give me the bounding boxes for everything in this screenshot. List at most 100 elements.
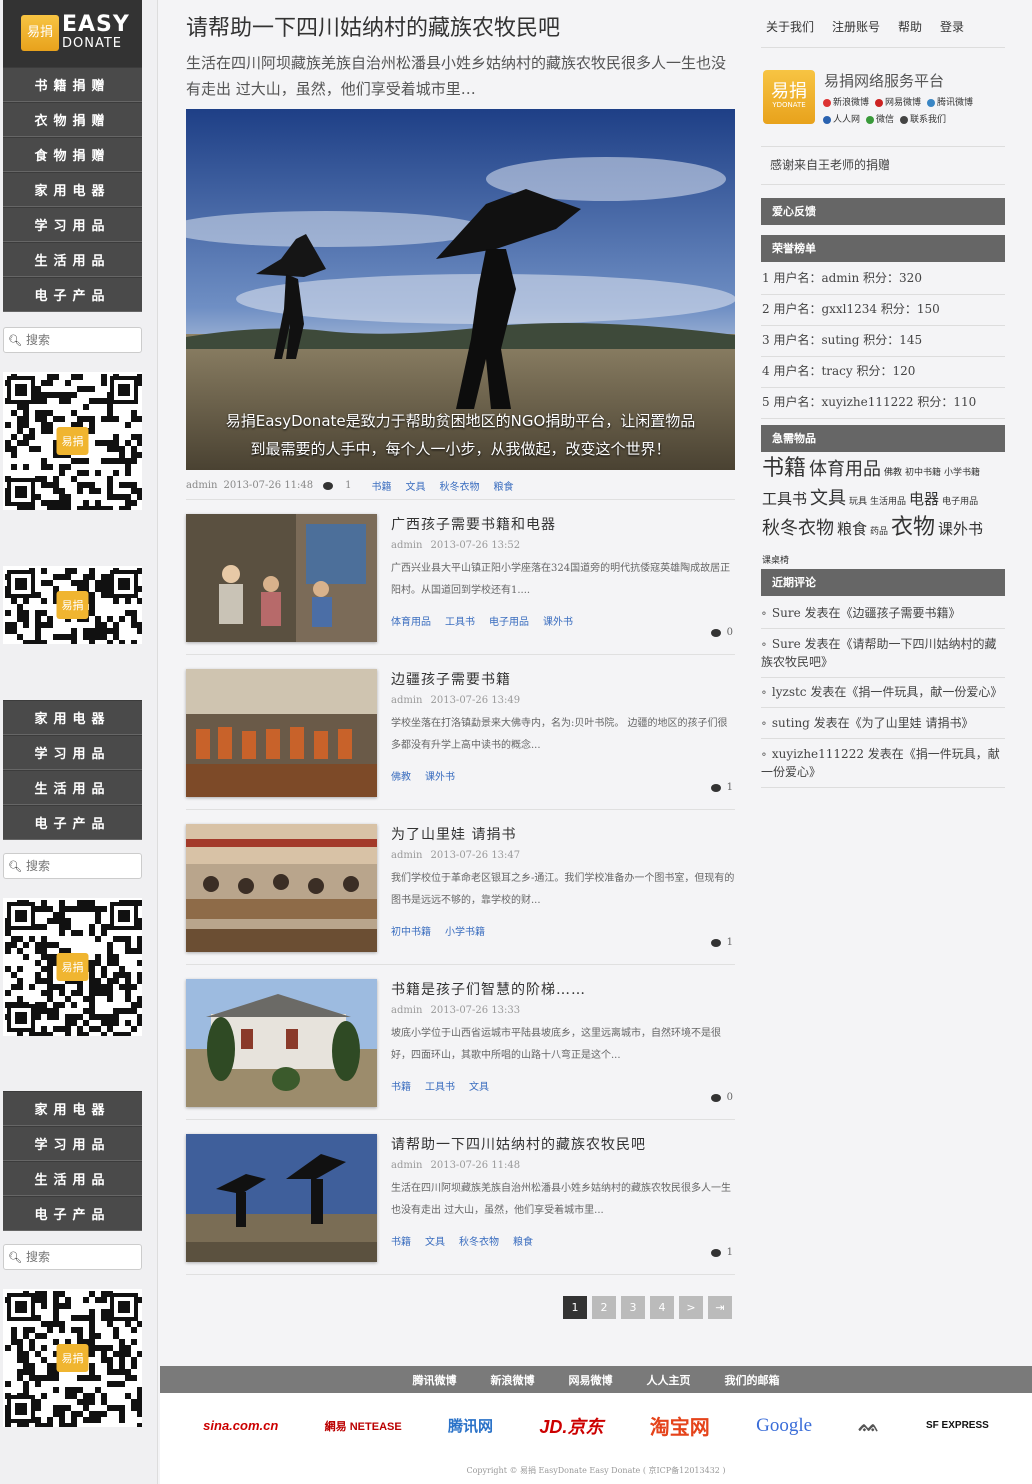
post-tag-link[interactable]: 工具书 bbox=[425, 1082, 455, 1093]
category-item[interactable]: 生活用品 bbox=[3, 1161, 142, 1196]
hero-tag-link[interactable]: 粮食 bbox=[494, 482, 514, 493]
tag-cloud-item[interactable]: 工具书 bbox=[762, 490, 807, 508]
hero-title[interactable]: 请帮助一下四川姑纳村的藏族农牧民吧 bbox=[186, 10, 746, 42]
post-tag-link[interactable]: 文具 bbox=[425, 1237, 445, 1248]
post-tag-link[interactable]: 课外书 bbox=[425, 772, 455, 783]
post-tag-link[interactable]: 小学书籍 bbox=[445, 927, 485, 938]
tag-cloud-item[interactable]: 玩具 bbox=[849, 497, 867, 507]
tag-cloud-item[interactable]: 电器 bbox=[909, 490, 939, 508]
partner-logo[interactable]: 腾讯网 bbox=[448, 1415, 493, 1436]
post-tag-link[interactable]: 初中书籍 bbox=[391, 927, 431, 938]
category-item[interactable]: 书籍捐赠 bbox=[3, 67, 142, 102]
post-tag-link[interactable]: 书籍 bbox=[391, 1082, 411, 1093]
post-author[interactable]: admin bbox=[391, 1160, 422, 1171]
thanks-text[interactable]: 感谢来自王老师的捐赠 bbox=[770, 156, 890, 173]
recent-comment[interactable]: ∘ lyzstc 发表在《捐一件玩具，献一份爱心》 bbox=[761, 683, 1005, 708]
post-tag-link[interactable]: 电子用品 bbox=[489, 617, 529, 628]
partner-logo[interactable]: SF EXPRESS bbox=[926, 1420, 989, 1431]
brand-social-link[interactable]: 联系我们 bbox=[900, 112, 946, 125]
category-item[interactable]: 家用电器 bbox=[3, 172, 142, 207]
tag-cloud-item[interactable]: 衣物 bbox=[891, 515, 935, 540]
recent-comment[interactable]: ∘ suting 发表在《为了山里娃 请捐书》 bbox=[761, 714, 1005, 739]
brand-social-link[interactable]: 微信 bbox=[866, 112, 894, 125]
category-item[interactable]: 学习用品 bbox=[3, 207, 142, 242]
recent-comment[interactable]: ∘ xuyizhe111222 发表在《捐一件玩具，献一份爱心》 bbox=[761, 745, 1005, 788]
tag-cloud-item[interactable]: 体育用品 bbox=[809, 459, 881, 480]
tag-cloud-item[interactable]: 电子用品 bbox=[942, 497, 978, 507]
category-item[interactable]: 家用电器 bbox=[3, 1091, 142, 1126]
post-comment-count[interactable]: 0 bbox=[710, 627, 733, 638]
footer-link[interactable]: 人人主页 bbox=[647, 1372, 691, 1388]
post-tag-link[interactable]: 工具书 bbox=[445, 617, 475, 628]
category-item[interactable]: 家用电器 bbox=[3, 700, 142, 735]
nav-link[interactable]: 关于我们 bbox=[766, 18, 814, 35]
nav-link[interactable]: 注册账号 bbox=[832, 18, 880, 35]
page-link[interactable]: ⇥ bbox=[708, 1296, 732, 1319]
category-item[interactable]: 电子产品 bbox=[3, 1196, 142, 1231]
post-author[interactable]: admin bbox=[391, 540, 422, 551]
tag-cloud-item[interactable]: 初中书籍 bbox=[905, 468, 941, 478]
hero-tag-link[interactable]: 书籍 bbox=[372, 482, 392, 493]
hero-comment-count[interactable]: 1 bbox=[345, 480, 351, 491]
brand-social-link[interactable]: 腾讯微博 bbox=[927, 95, 973, 108]
site-logo[interactable]: 易捐 EASY DONATE bbox=[3, 0, 142, 67]
category-item[interactable]: 电子产品 bbox=[3, 805, 142, 840]
post-tag-link[interactable]: 课外书 bbox=[543, 617, 573, 628]
post-comment-count[interactable]: 1 bbox=[710, 782, 733, 793]
tag-cloud-item[interactable]: 秋冬衣物 bbox=[762, 518, 834, 539]
tag-cloud-item[interactable]: 书籍 bbox=[762, 456, 806, 481]
partner-logo[interactable]: 淘宝网 bbox=[650, 1411, 710, 1440]
partner-logo[interactable]: ᨐ bbox=[858, 1415, 879, 1436]
recent-comment[interactable]: ∘ Sure 发表在《边疆孩子需要书籍》 bbox=[761, 604, 1005, 629]
post-title[interactable]: 书籍是孩子们智慧的阶梯…… bbox=[391, 979, 586, 999]
post-comment-count[interactable]: 1 bbox=[710, 1247, 733, 1258]
post-thumbnail[interactable] bbox=[186, 979, 377, 1107]
page-current[interactable]: 1 bbox=[563, 1296, 587, 1319]
partner-logo[interactable]: 網易 NETEASE bbox=[325, 1418, 402, 1434]
footer-link[interactable]: 新浪微博 bbox=[491, 1372, 535, 1388]
post-author[interactable]: admin bbox=[391, 850, 422, 861]
tag-cloud-item[interactable]: 课桌椅 bbox=[762, 556, 789, 566]
search-input[interactable] bbox=[26, 333, 136, 347]
category-item[interactable]: 电子产品 bbox=[3, 277, 142, 312]
tag-cloud-item[interactable]: 文具 bbox=[810, 488, 846, 509]
category-item[interactable]: 衣物捐赠 bbox=[3, 102, 142, 137]
tag-cloud-item[interactable]: 生活用品 bbox=[870, 497, 906, 507]
search-box[interactable]: 🔍︎ bbox=[3, 853, 142, 879]
nav-link[interactable]: 登录 bbox=[940, 18, 964, 35]
post-title[interactable]: 广西孩子需要书籍和电器 bbox=[391, 514, 556, 534]
post-title[interactable]: 为了山里娃 请捐书 bbox=[391, 824, 516, 844]
hero-author[interactable]: admin bbox=[186, 480, 217, 491]
brand-social-link[interactable]: 网易微博 bbox=[875, 95, 921, 108]
brand-social-link[interactable]: 人人网 bbox=[823, 112, 860, 125]
hero-image[interactable]: 易捐EasyDonate是致力于帮助贫困地区的NGO捐助平台，让闲置物品 到最需… bbox=[186, 109, 735, 470]
post-thumbnail[interactable] bbox=[186, 824, 377, 952]
page-link[interactable]: 3 bbox=[621, 1296, 645, 1319]
search-input[interactable] bbox=[26, 1250, 136, 1264]
page-link[interactable]: 2 bbox=[592, 1296, 616, 1319]
footer-link[interactable]: 网易微博 bbox=[569, 1372, 613, 1388]
post-title[interactable]: 请帮助一下四川姑纳村的藏族农牧民吧 bbox=[391, 1134, 646, 1154]
category-item[interactable]: 学习用品 bbox=[3, 1126, 142, 1161]
post-tag-link[interactable]: 书籍 bbox=[391, 1237, 411, 1248]
partner-logo[interactable]: JD.京东 bbox=[539, 1413, 603, 1439]
post-tag-link[interactable]: 秋冬衣物 bbox=[459, 1237, 499, 1248]
tag-cloud-item[interactable]: 课外书 bbox=[938, 520, 983, 538]
search-box[interactable]: 🔍︎ bbox=[3, 327, 142, 353]
recent-comment[interactable]: ∘ Sure 发表在《请帮助一下四川姑纳村的藏族农牧民吧》 bbox=[761, 635, 1005, 678]
post-tag-link[interactable]: 佛教 bbox=[391, 772, 411, 783]
tag-cloud-item[interactable]: 药品 bbox=[870, 527, 888, 537]
page-link[interactable]: > bbox=[679, 1296, 703, 1319]
partner-logo[interactable]: sina.com.cn bbox=[203, 1418, 278, 1433]
tag-cloud-item[interactable]: 粮食 bbox=[837, 520, 867, 538]
post-tag-link[interactable]: 粮食 bbox=[513, 1237, 533, 1248]
search-input[interactable] bbox=[26, 859, 136, 873]
post-thumbnail[interactable] bbox=[186, 1134, 377, 1262]
category-item[interactable]: 生活用品 bbox=[3, 242, 142, 277]
post-thumbnail[interactable] bbox=[186, 514, 377, 642]
category-item[interactable]: 生活用品 bbox=[3, 770, 142, 805]
post-title[interactable]: 边疆孩子需要书籍 bbox=[391, 669, 511, 689]
widget-title-feedback[interactable]: 爱心反馈 bbox=[761, 198, 1005, 225]
post-tag-link[interactable]: 体育用品 bbox=[391, 617, 431, 628]
post-comment-count[interactable]: 0 bbox=[710, 1092, 733, 1103]
